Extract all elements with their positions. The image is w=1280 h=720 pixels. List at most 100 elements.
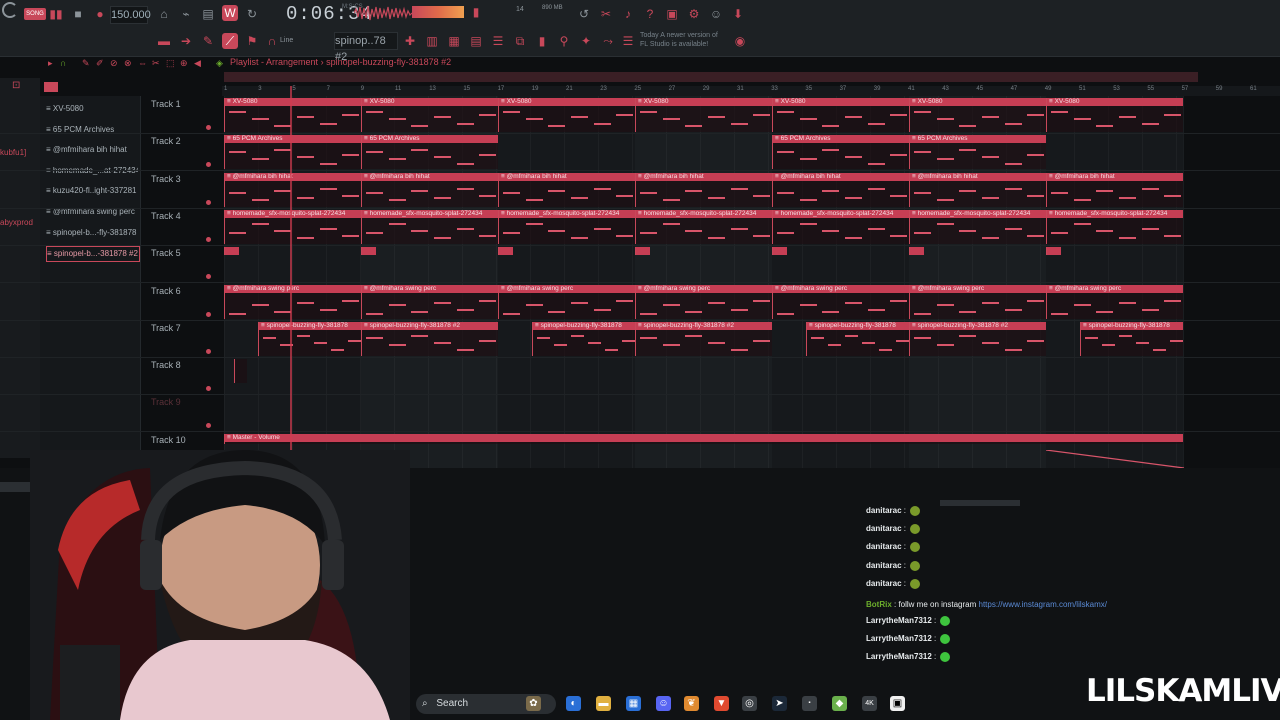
file-explorer-icon[interactable]: ▬ — [596, 696, 611, 711]
playlist-clip[interactable]: ≡ spinopel-buzzing-fly-381878 — [532, 321, 635, 356]
playlist-clip[interactable] — [635, 247, 650, 256]
track-label[interactable]: Track 9 — [151, 397, 181, 407]
track-label[interactable]: Track 5 — [151, 248, 181, 258]
playlist-clip[interactable] — [1046, 247, 1061, 256]
playlist-clip[interactable]: ≡ Master - Volume — [224, 433, 1183, 444]
playlist-clip[interactable]: ≡ XV-5080 — [498, 98, 635, 132]
fl-store-icon[interactable]: ◉ — [732, 33, 748, 49]
piano-roll-icon[interactable]: ▦ — [446, 33, 462, 49]
track-label[interactable]: Track 3 — [151, 174, 181, 184]
tempo-field[interactable]: 150.000 — [110, 6, 151, 24]
brush-tool-icon[interactable]: ✐ — [96, 58, 104, 69]
track-label[interactable]: Track 10 — [151, 435, 186, 445]
chat-username[interactable]: LarrytheMan7312 — [866, 616, 932, 625]
playlist-clip[interactable]: ≡ @mfmihara swing perc — [498, 284, 635, 319]
track-label[interactable]: Track 7 — [151, 323, 181, 333]
chat-link[interactable]: https://www.instagram.com/lilskamx/ — [979, 600, 1107, 609]
playlist-clip[interactable]: ≡ @mfmihara swing perc — [909, 284, 1046, 319]
playlist-clip[interactable]: ≡ @mfmihara bih hihat — [1046, 172, 1183, 207]
playlist-clip[interactable] — [224, 247, 239, 256]
track-label[interactable]: Track 8 — [151, 360, 181, 370]
track-row[interactable] — [0, 357, 1280, 396]
delete-tool-icon[interactable]: ⊘ — [110, 58, 118, 69]
track-mute-icon[interactable] — [206, 125, 211, 130]
playlist-clip[interactable] — [909, 247, 924, 256]
plugin-db-icon[interactable]: ▮ — [534, 33, 550, 49]
playlist-clip[interactable]: ≡ spinopel-buzzing-fly-381878 — [258, 321, 361, 356]
news-panel[interactable]: Today A newer version of FL Studio is av… — [640, 31, 718, 49]
record-icon[interactable]: ● — [92, 6, 108, 22]
chat-username[interactable]: danitarac — [866, 561, 902, 570]
discord-icon[interactable]: ☺ — [656, 696, 671, 711]
mic-icon[interactable]: ♪ — [620, 6, 636, 22]
steam-icon[interactable]: ➤ — [772, 696, 787, 711]
fl-studio-icon[interactable]: ❦ — [684, 696, 699, 711]
download-icon[interactable]: ⬇ — [730, 6, 746, 22]
playlist-clip[interactable]: ≡ 65 PCM Archives — [361, 135, 498, 170]
track-mute-icon[interactable] — [206, 199, 211, 205]
arrow-tool-icon[interactable]: ▸ — [48, 58, 53, 69]
timeline-ruler[interactable]: 1 3 5 7 9 11 13 15 17 19 21 23 25 27 29 31 33 35 37 39 41 43 4… — [222, 86, 1280, 96]
stop-icon[interactable]: ■ — [70, 6, 86, 22]
track-label[interactable]: Track 6 — [151, 286, 181, 296]
channel-rack-icon[interactable]: ▥ — [424, 33, 440, 49]
track-mute-icon[interactable] — [206, 311, 211, 317]
playlist-icon[interactable]: ▬ — [156, 33, 172, 49]
chat-username[interactable]: LarrytheMan7312 — [866, 653, 932, 662]
store-icon[interactable]: ▦ — [626, 696, 641, 711]
song-mode-toggle[interactable]: SONG — [24, 8, 46, 20]
playlist-clip[interactable]: ≡ XV-5080 — [909, 98, 1046, 132]
browser-icon[interactable]: ⧉ — [512, 33, 528, 49]
slip-tool-icon[interactable]: ⇔ — [138, 58, 147, 68]
link-icon[interactable]: ⤳ — [600, 33, 616, 49]
automation-curve[interactable] — [1046, 450, 1186, 470]
countdown-icon[interactable]: ▤ — [200, 6, 216, 22]
save-icon[interactable]: ▣ — [664, 6, 680, 22]
undo-history-icon[interactable]: ↺ — [576, 6, 592, 22]
playlist-clip[interactable]: ≡ @mfmihara swing perc — [1046, 284, 1183, 319]
magnet-tool-icon[interactable]: ∩ — [60, 58, 66, 68]
playlist-clip[interactable]: ≡ spinopel-buzzing-fly-381878 #2 — [361, 321, 498, 356]
draw-tool-icon[interactable]: ✎ — [82, 58, 90, 69]
chat-username[interactable]: danitarac — [866, 506, 902, 515]
playlist-clip[interactable]: ≡ @mfmihara swing perc — [361, 284, 498, 319]
4k-app-icon[interactable]: 4K — [862, 696, 877, 711]
pattern-picker-icon[interactable] — [44, 82, 58, 92]
chrome-icon[interactable]: ◎ — [742, 696, 757, 711]
fl-logo-icon[interactable] — [2, 2, 18, 18]
zoom-tool-icon[interactable]: ⊕ — [180, 58, 188, 69]
loop-record-icon[interactable]: ↻ — [244, 6, 260, 22]
wait-icon[interactable]: ⌁ — [178, 6, 194, 22]
play-icon[interactable]: ▮▮ — [48, 6, 64, 22]
pattern-plus-icon[interactable]: ✚ — [402, 33, 418, 49]
plugin-icon[interactable]: ⚙ — [686, 6, 702, 22]
chat-username[interactable]: danitarac — [866, 579, 902, 588]
metronome-icon[interactable]: ⌂ — [156, 6, 172, 22]
pin-icon[interactable]: ⚲ — [556, 33, 572, 49]
playlist-clip[interactable]: ≡ @mfmihara bih hihat — [361, 172, 498, 207]
playlist-clip[interactable]: ≡ 65 PCM Archives — [909, 135, 1046, 170]
playlist-clip[interactable] — [361, 247, 376, 256]
chat-username[interactable]: danitarac — [866, 524, 902, 533]
playlist-clip[interactable]: ≡ @mfmihara swing perc — [772, 284, 909, 319]
track-label[interactable]: Track 2 — [151, 136, 181, 146]
brave-icon[interactable]: ▼ — [714, 696, 729, 711]
widgets-icon[interactable]: ✿ — [526, 696, 541, 711]
track-label[interactable]: Track 4 — [151, 211, 181, 221]
list-icon[interactable]: ☰ — [620, 33, 636, 49]
pattern-selector[interactable]: spinop..78 #2 — [334, 32, 398, 63]
playlist-clip[interactable]: ≡ @mfmihara bih hihat — [909, 172, 1046, 207]
overdub-icon[interactable]: W — [222, 5, 238, 21]
playlist-clip[interactable]: ≡ homemade_sfx-mosquito-splat-272434 — [635, 209, 772, 244]
playlist-clip[interactable] — [772, 247, 787, 256]
playlist-clip[interactable]: ≡ 65 PCM Archives — [224, 135, 361, 170]
track-mute-icon[interactable] — [206, 348, 211, 354]
playlist-clip[interactable] — [498, 247, 513, 256]
playlist-clip[interactable]: ≡ spinopel-buzzing-fly-381878 #2 — [635, 321, 772, 356]
playlist-clip[interactable]: ≡ XV-5080 — [635, 98, 772, 132]
arrow-right-icon[interactable]: ➔ — [178, 33, 194, 49]
playback-tool-icon[interactable]: ◀ — [194, 58, 201, 69]
playlist-clip[interactable]: ≡ spinopel-buzzing-fly-381878 #2 — [909, 321, 1046, 356]
playlist-play-icon[interactable]: ◈ — [216, 58, 223, 69]
playlist-clip[interactable]: ≡ XV-5080 — [772, 98, 909, 132]
